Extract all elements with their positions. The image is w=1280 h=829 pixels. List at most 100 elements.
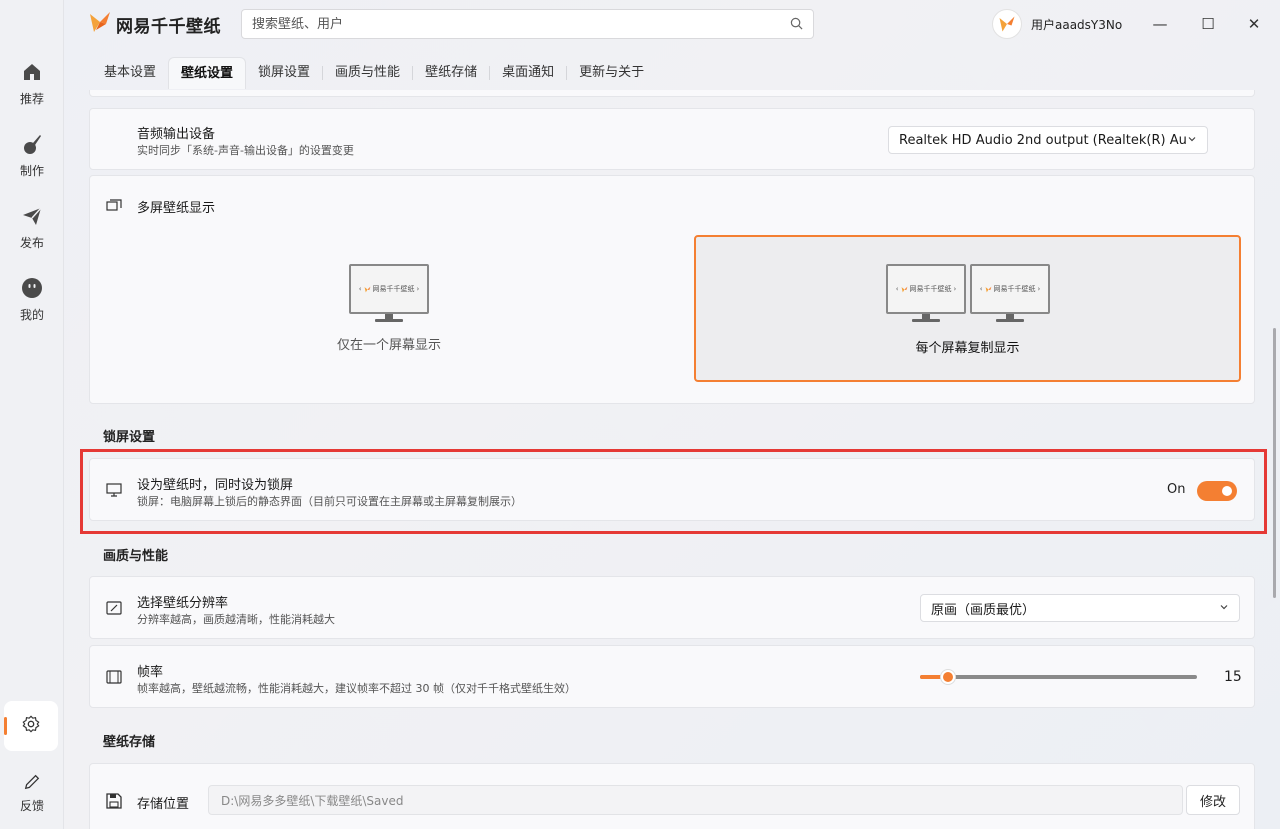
home-icon xyxy=(20,60,44,84)
sidebar-item-feedback[interactable]: 反馈 xyxy=(0,770,64,829)
fps-row: 帧率 帧率越高，壁纸越流畅，性能消耗越大，建议帧率不超过 30 帧（仅对千千格式… xyxy=(89,645,1255,708)
fps-title: 帧率 xyxy=(137,665,164,680)
resolution-select[interactable]: 原画（画质最优） xyxy=(920,594,1240,622)
maximize-button[interactable]: ☐ xyxy=(1196,12,1220,36)
audio-output-select[interactable]: Realtek HD Audio 2nd output (Realtek(R) … xyxy=(888,126,1208,154)
monitor-base xyxy=(912,319,940,322)
fps-slider[interactable] xyxy=(920,669,1197,685)
toggle-state-label: On xyxy=(1167,482,1186,497)
sidebar-item-publish[interactable]: 发布 xyxy=(0,204,64,264)
minimize-button[interactable]: — xyxy=(1148,12,1172,36)
app-logo: 网易千千壁纸 xyxy=(88,10,221,38)
monitor-base xyxy=(375,319,403,322)
search-box[interactable] xyxy=(241,9,814,39)
option-single-screen[interactable]: ‹ 网易千千壁纸 › 仅在一个屏幕显示 xyxy=(337,264,441,353)
monitor-brand: ‹ 网易千千壁纸 › xyxy=(358,285,420,293)
maximize-icon: ☐ xyxy=(1201,15,1215,33)
lockscreen-toggle[interactable] xyxy=(1197,481,1237,501)
audio-output-title: 音频输出设备 xyxy=(137,127,216,142)
tab-quality[interactable]: 画质与性能 xyxy=(323,57,412,89)
lockscreen-heading: 锁屏设置 xyxy=(103,430,156,445)
fps-value: 15 xyxy=(1224,669,1242,685)
film-icon xyxy=(105,668,123,686)
monitor-brand-text: 网易千千壁纸 xyxy=(993,285,1036,293)
slider-thumb[interactable] xyxy=(940,669,956,685)
storage-path-field[interactable]: D:\网易多多壁纸\下载壁纸\Saved xyxy=(208,785,1183,815)
audio-output-row: 音频输出设备 实时同步「系统-声音-输出设备」的设置变更 Realtek HD … xyxy=(89,108,1255,170)
monitor-image: ‹ 网易千千壁纸 › xyxy=(886,264,966,322)
search-icon[interactable] xyxy=(790,15,803,34)
sidebar-item-label: 发布 xyxy=(19,236,44,250)
tab-storage[interactable]: 壁纸存储 xyxy=(413,57,489,89)
chevron-down-icon xyxy=(1219,601,1229,616)
tab-basic[interactable]: 基本设置 xyxy=(92,57,168,89)
previous-card xyxy=(89,90,1255,97)
sidebar-item-label: 推荐 xyxy=(19,92,44,106)
chevron-down-icon xyxy=(1187,133,1197,148)
modify-button[interactable]: 修改 xyxy=(1186,785,1240,815)
scrollbar[interactable] xyxy=(1273,328,1276,598)
dual-monitor-image: ‹ 网易千千壁纸 › ‹ 网易千千壁纸 › xyxy=(886,264,1050,322)
settings-content: 音频输出设备 实时同步「系统-声音-输出设备」的设置变更 Realtek HD … xyxy=(64,90,1270,829)
multi-monitor-icon xyxy=(105,197,123,215)
multi-screen-title: 多屏壁纸显示 xyxy=(137,201,216,216)
close-icon: ✕ xyxy=(1247,15,1261,33)
monitor-icon xyxy=(105,481,123,499)
monitor-base xyxy=(996,319,1024,322)
resolution-subtitle: 分辨率越高，画质越清晰，性能消耗越大 xyxy=(137,613,335,626)
sidebar: 推荐 制作 发布 我的 反馈 xyxy=(0,0,64,829)
monitor-brand-text: 网易千千壁纸 xyxy=(372,285,415,293)
sidebar-item-create[interactable]: 制作 xyxy=(0,132,64,192)
lockscreen-subtitle: 锁屏：电脑屏幕上锁后的静态界面（目前只可设置在主屏幕或主屏幕复制展示） xyxy=(137,495,522,508)
tab-update-about[interactable]: 更新与关于 xyxy=(567,57,656,89)
multi-screen-card: 多屏壁纸显示 ‹ 网易千千壁纸 › 仅在一个屏幕显示 ‹ 网易千千壁纸 › ‹ … xyxy=(89,175,1255,404)
monitor-screen: ‹ 网易千千壁纸 › xyxy=(970,264,1050,314)
storage-path-value: D:\网易多多壁纸\下载壁纸\Saved xyxy=(221,793,404,808)
quality-heading: 画质与性能 xyxy=(103,549,169,564)
sidebar-item-recommend[interactable]: 推荐 xyxy=(0,60,64,120)
storage-row: 存储位置 D:\网易多多壁纸\下载壁纸\Saved 修改 xyxy=(89,763,1255,829)
tab-notification[interactable]: 桌面通知 xyxy=(490,57,566,89)
option-mirror-screen[interactable]: ‹ 网易千千壁纸 › ‹ 网易千千壁纸 › 每个屏幕复制显示 xyxy=(694,235,1241,382)
option-single-label: 仅在一个屏幕显示 xyxy=(337,338,442,353)
sidebar-item-mine[interactable]: 我的 xyxy=(0,276,64,336)
tab-wallpaper[interactable]: 壁纸设置 xyxy=(168,57,247,89)
sidebar-item-label: 我的 xyxy=(19,308,44,322)
send-icon xyxy=(20,204,44,228)
monitor-brand: ‹ 网易千千壁纸 › xyxy=(895,285,957,293)
fps-subtitle: 帧率越高，壁纸越流畅，性能消耗越大，建议帧率不超过 30 帧（仅对千千格式壁纸生… xyxy=(137,682,576,695)
resolution-row: 选择壁纸分辨率 分辨率越高，画质越清晰，性能消耗越大 原画（画质最优） xyxy=(89,576,1255,639)
search-input[interactable] xyxy=(252,16,790,32)
minimize-icon: — xyxy=(1152,15,1168,33)
bird-logo-icon xyxy=(88,10,112,38)
monitor-image: ‹ 网易千千壁纸 › xyxy=(970,264,1050,322)
storage-title: 存储位置 xyxy=(137,797,190,812)
gear-icon xyxy=(22,715,40,737)
option-mirror-label: 每个屏幕复制显示 xyxy=(915,341,1020,356)
resolution-title: 选择壁纸分辨率 xyxy=(137,596,229,611)
monitor-brand-text: 网易千千壁纸 xyxy=(909,285,952,293)
storage-heading: 壁纸存储 xyxy=(103,735,156,750)
sidebar-item-settings[interactable] xyxy=(4,701,58,751)
modify-button-label: 修改 xyxy=(1199,794,1226,810)
close-button[interactable]: ✕ xyxy=(1242,12,1266,36)
brush-icon xyxy=(20,132,44,156)
save-icon xyxy=(105,792,123,810)
face-icon xyxy=(20,276,44,300)
avatar[interactable] xyxy=(992,9,1022,39)
user-name[interactable]: 用户aaadsY3No xyxy=(1031,16,1122,33)
resolution-value: 原画（画质最优） xyxy=(931,602,1036,618)
lockscreen-title: 设为壁纸时，同时设为锁屏 xyxy=(137,478,294,493)
monitor-screen: ‹ 网易千千壁纸 › xyxy=(886,264,966,314)
lockscreen-row: 设为壁纸时，同时设为锁屏 锁屏：电脑屏幕上锁后的静态界面（目前只可设置在主屏幕或… xyxy=(89,458,1255,521)
slider-track[interactable] xyxy=(920,675,1197,679)
audio-output-subtitle: 实时同步「系统-声音-输出设备」的设置变更 xyxy=(137,144,354,157)
resolution-icon xyxy=(105,599,123,617)
app-title: 网易千千壁纸 xyxy=(116,16,221,37)
audio-output-value: Realtek HD Audio 2nd output (Realtek(R) … xyxy=(899,132,1187,148)
settings-tabs: 基本设置 壁纸设置 锁屏设置 画质与性能 壁纸存储 桌面通知 更新与关于 xyxy=(92,57,656,89)
user-profile[interactable]: 用户aaadsY3No xyxy=(992,9,1122,39)
monitor-brand: ‹ 网易千千壁纸 › xyxy=(979,285,1041,293)
sidebar-item-label: 制作 xyxy=(19,164,44,178)
tab-lockscreen[interactable]: 锁屏设置 xyxy=(246,57,322,89)
